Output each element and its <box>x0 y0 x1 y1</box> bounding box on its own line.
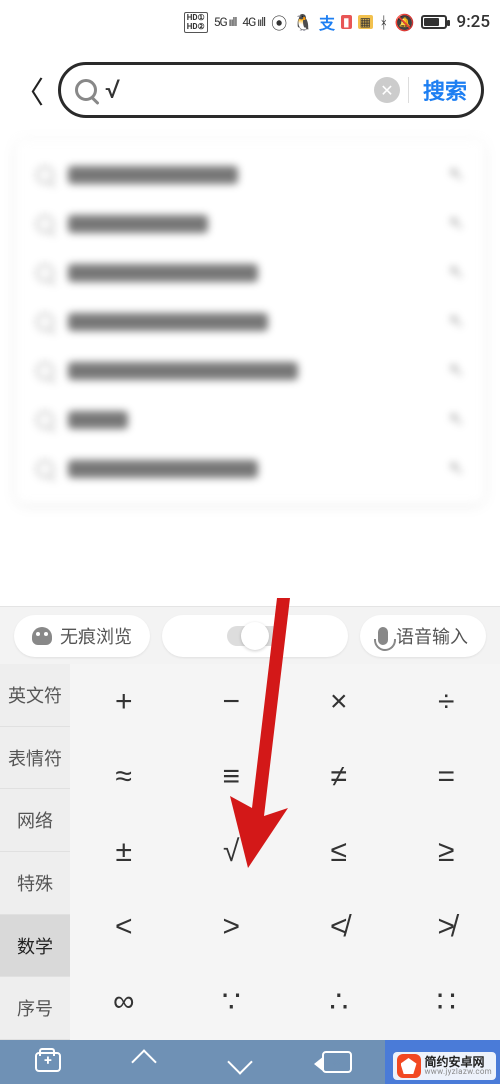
keyboard-tab-2[interactable]: 网络 <box>0 789 70 852</box>
back-button[interactable]: 〈 <box>10 68 48 112</box>
search-icon <box>36 215 54 233</box>
status-bar: HD①HD② 5G ııll 4G ııll ⦿ 🐧 支 ▮ ▦ ᚼ 🔕 9:2… <box>0 0 500 44</box>
voice-input-button[interactable]: 语音输入 <box>360 615 486 657</box>
keyboard-category-tabs: 英文符表情符网络特殊数学序号 <box>0 664 70 1040</box>
symbol-keyboard: 英文符表情符网络特殊数学序号 +−×÷ ≈≡≠= ±√≤≥ <>≮≯ ∞∵∴∷ <box>0 664 500 1040</box>
keyboard-tab-5[interactable]: 序号 <box>0 977 70 1040</box>
watermark-logo-icon <box>397 1054 421 1078</box>
search-icon <box>36 362 54 380</box>
key-8[interactable]: ± <box>70 814 178 889</box>
incognito-label: 无痕浏览 <box>60 623 132 649</box>
key-17[interactable]: ∵ <box>178 965 286 1040</box>
key-13[interactable]: > <box>178 890 286 965</box>
search-icon <box>36 264 54 282</box>
key-19[interactable]: ∷ <box>393 965 500 1040</box>
suggestion-item[interactable]: ↖ <box>16 346 484 395</box>
app-icon-2: 支 <box>319 10 335 34</box>
suggestion-item[interactable]: ↖ <box>16 297 484 346</box>
backspace-icon: × <box>322 1051 352 1073</box>
insert-arrow-icon[interactable]: ↖ <box>449 262 464 283</box>
chevron-up-icon <box>132 1049 157 1074</box>
key-9[interactable]: √ <box>178 814 286 889</box>
search-icon <box>36 460 54 478</box>
ghost-icon <box>32 627 52 645</box>
key-5[interactable]: ≡ <box>178 739 286 814</box>
folder-plus-icon <box>35 1052 61 1072</box>
key-0[interactable]: + <box>70 664 178 739</box>
keyboard-grid: +−×÷ ≈≡≠= ±√≤≥ <>≮≯ ∞∵∴∷ <box>70 664 500 1040</box>
suggestion-item[interactable]: ↖ <box>16 150 484 199</box>
chevron-down-icon <box>228 1049 253 1074</box>
key-2[interactable]: × <box>285 664 393 739</box>
key-15[interactable]: ≯ <box>393 890 500 965</box>
key-1[interactable]: − <box>178 664 286 739</box>
search-row: 〈 √ ✕ 搜索 <box>0 44 500 132</box>
signal-4g: 4G ııll <box>242 15 265 29</box>
search-submit[interactable]: 搜索 <box>417 74 467 106</box>
microphone-icon <box>378 627 388 645</box>
clock: 9:25 <box>457 12 490 32</box>
insert-arrow-icon[interactable]: ↖ <box>449 213 464 234</box>
search-icon <box>36 166 54 184</box>
suggestion-item[interactable]: ↖ <box>16 199 484 248</box>
key-6[interactable]: ≠ <box>285 739 393 814</box>
incognito-button[interactable]: 无痕浏览 <box>14 615 150 657</box>
search-box[interactable]: √ ✕ 搜索 <box>58 62 484 118</box>
keyboard-tab-0[interactable]: 英文符 <box>0 664 70 727</box>
app-icon-3: ▮ <box>341 15 352 29</box>
insert-arrow-icon[interactable]: ↖ <box>449 409 464 430</box>
suggestions-panel: ↖ ↖ ↖ ↖ ↖ ↖ ↖ <box>16 140 484 503</box>
insert-arrow-icon[interactable]: ↖ <box>449 360 464 381</box>
search-icon <box>75 79 97 101</box>
clear-button[interactable]: ✕ <box>374 77 400 103</box>
insert-arrow-icon[interactable]: ↖ <box>449 458 464 479</box>
ime-backspace-button[interactable]: × <box>288 1051 384 1073</box>
hd-indicator: HD①HD② <box>184 12 208 33</box>
search-icon <box>36 313 54 331</box>
key-7[interactable]: = <box>393 739 500 814</box>
battery-icon <box>421 15 447 29</box>
watermark: 简约安卓网 www.jyzlazw.com <box>393 1052 497 1080</box>
key-4[interactable]: ≈ <box>70 739 178 814</box>
suggestion-item[interactable]: ↖ <box>16 444 484 493</box>
insert-arrow-icon[interactable]: ↖ <box>449 164 464 185</box>
key-14[interactable]: ≮ <box>285 890 393 965</box>
divider <box>408 77 409 103</box>
toggle-pill[interactable] <box>162 615 348 657</box>
bluetooth-icon: ᚼ <box>379 13 389 32</box>
wifi-icon: ⦿ <box>271 10 287 34</box>
ime-down-button[interactable] <box>192 1053 288 1071</box>
key-16[interactable]: ∞ <box>70 965 178 1040</box>
ime-up-button[interactable] <box>96 1053 192 1071</box>
key-3[interactable]: ÷ <box>393 664 500 739</box>
toggle-switch[interactable] <box>227 626 283 646</box>
app-icon-1: 🐧 <box>293 13 313 32</box>
search-icon <box>36 411 54 429</box>
key-12[interactable]: < <box>70 890 178 965</box>
signal-5g: 5G ııll <box>214 15 237 29</box>
key-10[interactable]: ≤ <box>285 814 393 889</box>
insert-arrow-icon[interactable]: ↖ <box>449 311 464 332</box>
watermark-url: www.jyzlazw.com <box>425 1068 493 1076</box>
keyboard-tab-1[interactable]: 表情符 <box>0 727 70 790</box>
mute-icon: 🔕 <box>395 13 415 32</box>
voice-label: 语音输入 <box>396 623 468 649</box>
browser-toolbar: 无痕浏览 语音输入 <box>0 606 500 664</box>
key-11[interactable]: ≥ <box>393 814 500 889</box>
key-18[interactable]: ∴ <box>285 965 393 1040</box>
keyboard-tab-4[interactable]: 数学 <box>0 915 70 978</box>
ime-folder-button[interactable] <box>0 1052 96 1072</box>
suggestion-item[interactable]: ↖ <box>16 395 484 444</box>
search-input[interactable]: √ <box>105 75 366 105</box>
suggestion-item[interactable]: ↖ <box>16 248 484 297</box>
app-icon-4: ▦ <box>358 15 373 29</box>
keyboard-tab-3[interactable]: 特殊 <box>0 852 70 915</box>
